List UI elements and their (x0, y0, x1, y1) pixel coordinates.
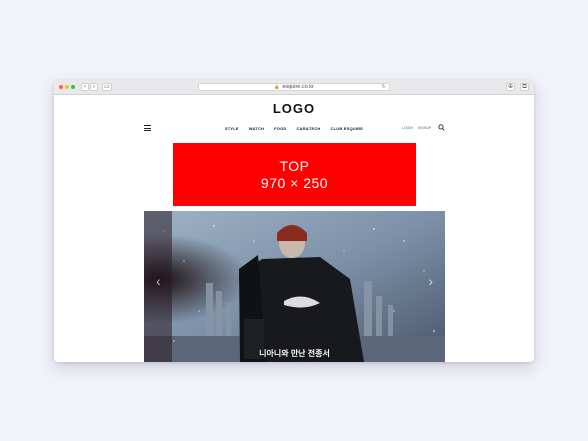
reload-icon[interactable]: ↻ (382, 84, 386, 90)
sidebar-toggle-icon[interactable]: ▭ (102, 83, 112, 91)
signup-link[interactable]: SIGNUP (418, 126, 431, 130)
chevron-right-icon[interactable]: › (428, 271, 433, 291)
maximize-window-button[interactable] (71, 85, 75, 89)
top-ad-banner[interactable]: TOP 970 × 250 (173, 143, 416, 206)
hero-image (144, 211, 445, 362)
forward-button[interactable]: › (90, 83, 98, 91)
back-button[interactable]: ‹ (81, 83, 89, 91)
web-page: LOGO STYLE WATCH FOOD CAR&TECH CLUB ESQU… (54, 95, 534, 362)
hero-slider[interactable]: ‹ › 니아니와 만난 전종서 (144, 211, 445, 362)
nav-item-club-esquire[interactable]: CLUB ESQUIRE (331, 126, 364, 131)
address-bar[interactable]: 🔒 esquire.co.kr ↻ (198, 83, 390, 91)
chevron-left-icon[interactable]: ‹ (156, 271, 161, 291)
ad-title: TOP (279, 157, 310, 174)
downloads-icon[interactable]: ⊕ (506, 83, 515, 91)
tabs-overview-icon[interactable]: ⧉ (520, 83, 529, 91)
nav-item-style[interactable]: STYLE (225, 126, 239, 131)
hero-caption[interactable]: 니아니와 만난 전종서 (144, 348, 445, 359)
nav-item-car-tech[interactable]: CAR&TECH (296, 126, 320, 131)
auth-links: LOGIN SIGNUP (402, 126, 436, 130)
minimize-window-button[interactable] (65, 85, 69, 89)
nav-item-watch[interactable]: WATCH (249, 126, 264, 131)
close-window-button[interactable] (59, 85, 63, 89)
lock-icon: 🔒 (274, 84, 280, 89)
nav-item-food[interactable]: FOOD (274, 126, 286, 131)
ad-size: 970 × 250 (260, 174, 329, 191)
main-nav: STYLE WATCH FOOD CAR&TECH CLUB ESQUIRE (54, 126, 534, 131)
site-logo[interactable]: LOGO (54, 101, 534, 116)
browser-toolbar: ‹ › ▭ 🔒 esquire.co.kr ↻ ⊕ ⧉ (54, 80, 534, 95)
url-text: esquire.co.kr (282, 84, 314, 90)
search-icon[interactable] (438, 124, 445, 131)
browser-window: ‹ › ▭ 🔒 esquire.co.kr ↻ ⊕ ⧉ LOGO STYLE W… (54, 80, 534, 362)
login-link[interactable]: LOGIN (402, 126, 413, 130)
